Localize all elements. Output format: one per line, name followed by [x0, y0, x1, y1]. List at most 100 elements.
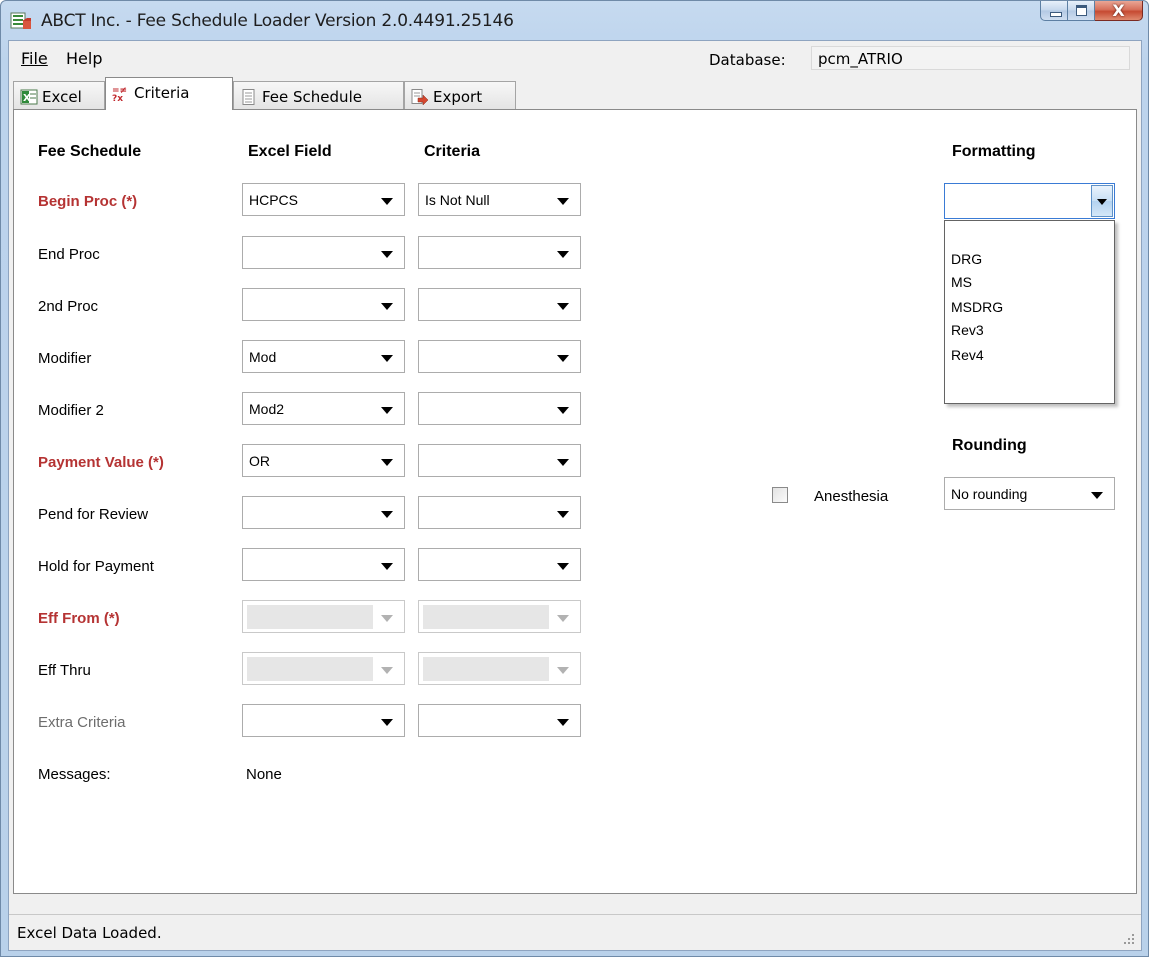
criteria-end-proc[interactable] — [418, 236, 581, 269]
chevron-down-icon — [1091, 492, 1103, 499]
header-rounding: Rounding — [952, 437, 1027, 454]
menu-file-label: File — [21, 49, 48, 68]
maximize-icon — [1076, 5, 1087, 16]
database-label: Database: — [709, 51, 786, 69]
tab-export[interactable]: Export — [404, 81, 516, 109]
label-extra-criteria: Extra Criteria — [38, 714, 126, 731]
tab-strip: X Excel =≠ ?x Criteria Fee Schedule Expo… — [13, 77, 1139, 110]
title-bar[interactable]: ABCT Inc. - Fee Schedule Loader Version … — [1, 1, 1148, 41]
label-pend-for-review: Pend for Review — [38, 506, 149, 523]
chevron-down-icon — [381, 251, 393, 258]
label-modifier: Modifier — [38, 350, 92, 367]
svg-text:?x: ?x — [112, 94, 123, 101]
excel-field-2nd-proc[interactable] — [242, 288, 405, 321]
anesthesia-checkbox[interactable] — [772, 487, 788, 503]
excel-field-eff-from — [242, 600, 405, 633]
tab-excel-label: Excel — [42, 88, 82, 106]
formatting-combo[interactable] — [944, 183, 1115, 219]
chevron-down-icon — [381, 355, 393, 362]
resize-grip-icon[interactable] — [1123, 933, 1135, 945]
formatting-dropdown-button[interactable] — [1091, 185, 1113, 217]
tab-export-label: Export — [433, 88, 483, 106]
excel-field-payment-value[interactable]: OR — [242, 444, 405, 477]
excel-field-begin-proc[interactable]: HCPCS — [242, 183, 405, 216]
chevron-down-icon — [557, 615, 569, 622]
chevron-down-icon — [557, 251, 569, 258]
chevron-down-icon — [381, 563, 393, 570]
criteria-pend-for-review[interactable] — [418, 496, 581, 529]
label-hold-for-payment: Hold for Payment — [38, 558, 154, 575]
chevron-down-icon — [557, 459, 569, 466]
header-formatting: Formatting — [952, 143, 1036, 160]
tab-excel[interactable]: X Excel — [13, 81, 105, 109]
rounding-combo[interactable]: No rounding — [944, 477, 1115, 510]
chevron-down-icon — [557, 511, 569, 518]
criteria-begin-proc-value: Is Not Null — [425, 192, 490, 208]
anesthesia-label: Anesthesia — [814, 488, 889, 505]
client-area: File Help Database: pcm_ATRIO X Excel =≠… — [8, 40, 1142, 951]
excel-field-pend-for-review[interactable] — [242, 496, 405, 529]
app-excel-icon — [10, 12, 31, 29]
label-eff-from: Eff From (*) — [38, 610, 120, 627]
tab-fee-schedule-label: Fee Schedule — [262, 88, 362, 106]
minimize-icon — [1050, 12, 1062, 17]
tab-criteria-label: Criteria — [134, 84, 190, 102]
formatting-option[interactable]: Rev3 — [951, 322, 984, 338]
criteria-modifier-2[interactable] — [418, 392, 581, 425]
criteria-eff-thru — [418, 652, 581, 685]
chevron-down-icon — [557, 563, 569, 570]
excel-field-extra-criteria[interactable] — [242, 704, 405, 737]
criteria-modifier[interactable] — [418, 340, 581, 373]
tab-fee-schedule[interactable]: Fee Schedule — [233, 81, 404, 109]
disabled-fill — [423, 605, 549, 629]
disabled-fill — [247, 605, 373, 629]
disabled-fill — [247, 657, 373, 681]
rounding-value: No rounding — [951, 486, 1028, 502]
status-text: Excel Data Loaded. — [17, 924, 162, 942]
formatting-option[interactable]: DRG — [951, 251, 982, 267]
excel-field-modifier-2-value: Mod2 — [249, 401, 285, 417]
close-button[interactable]: X — [1095, 1, 1143, 21]
criteria-panel: Fee Schedule Excel Field Criteria Format… — [13, 109, 1137, 894]
criteria-hold-for-payment[interactable] — [418, 548, 581, 581]
chevron-down-icon — [381, 407, 393, 414]
criteria-payment-value[interactable] — [418, 444, 581, 477]
chevron-down-icon — [381, 667, 393, 674]
document-icon — [242, 89, 255, 105]
chevron-down-icon — [381, 198, 393, 205]
menu-bar: File Help Database: pcm_ATRIO — [9, 41, 1141, 77]
excel-icon: X — [20, 89, 38, 105]
excel-field-modifier[interactable]: Mod — [242, 340, 405, 373]
header-excel-field: Excel Field — [248, 143, 332, 160]
chevron-down-icon — [557, 719, 569, 726]
close-icon: X — [1112, 1, 1125, 20]
minimize-button[interactable] — [1040, 1, 1068, 21]
label-eff-thru: Eff Thru — [38, 662, 91, 679]
formatting-option[interactable]: MS — [951, 274, 972, 290]
excel-field-hold-for-payment[interactable] — [242, 548, 405, 581]
chevron-down-icon — [381, 511, 393, 518]
chevron-down-icon — [381, 459, 393, 466]
criteria-2nd-proc[interactable] — [418, 288, 581, 321]
formatting-option[interactable]: MSDRG — [951, 299, 1003, 315]
criteria-eff-from — [418, 600, 581, 633]
criteria-begin-proc[interactable]: Is Not Null — [418, 183, 581, 216]
excel-field-modifier-2[interactable]: Mod2 — [242, 392, 405, 425]
menu-help[interactable]: Help — [66, 49, 102, 68]
label-payment-value: Payment Value (*) — [38, 454, 164, 471]
header-criteria: Criteria — [424, 143, 481, 160]
menu-file[interactable]: File — [21, 49, 48, 68]
database-field: pcm_ATRIO — [811, 46, 1130, 70]
chevron-down-icon — [1097, 199, 1107, 205]
chevron-down-icon — [557, 355, 569, 362]
criteria-extra-criteria[interactable] — [418, 704, 581, 737]
svg-text:X: X — [23, 93, 31, 104]
formatting-option[interactable]: Rev4 — [951, 347, 984, 363]
menu-help-label: Help — [66, 49, 103, 68]
maximize-button[interactable] — [1068, 1, 1095, 21]
chevron-down-icon — [557, 407, 569, 414]
label-2nd-proc: 2nd Proc — [38, 298, 99, 315]
tab-criteria[interactable]: =≠ ?x Criteria — [105, 77, 233, 110]
excel-field-end-proc[interactable] — [242, 236, 405, 269]
window-title: ABCT Inc. - Fee Schedule Loader Version … — [41, 11, 514, 31]
